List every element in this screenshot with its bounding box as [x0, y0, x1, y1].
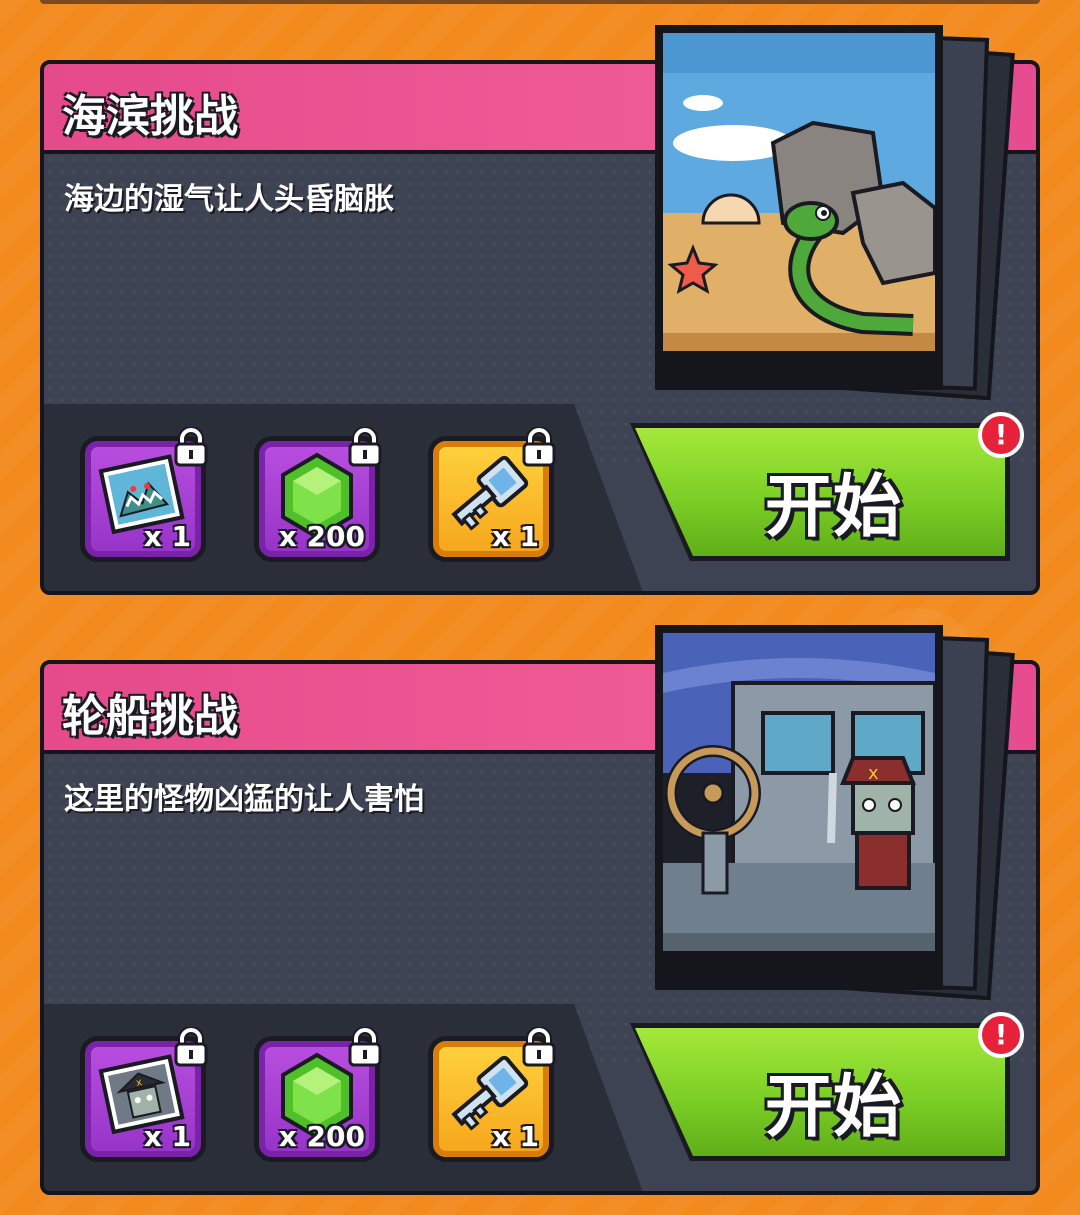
- alert-badge: !: [978, 412, 1024, 458]
- lock-icon: [348, 427, 382, 467]
- reward-quantity: x 1: [491, 520, 539, 553]
- reward-pirate-card[interactable]: x x 1: [80, 1027, 208, 1162]
- reward-gems[interactable]: x 200: [254, 427, 382, 562]
- challenge-title: 轮船挑战: [62, 691, 238, 742]
- reward-gems[interactable]: x 200: [254, 1027, 382, 1162]
- reward-quantity: x 1: [143, 520, 191, 553]
- challenge-title: 海滨挑战: [62, 91, 238, 142]
- reward-quantity: x 1: [143, 1120, 191, 1153]
- lock-icon: [522, 1027, 556, 1067]
- alert-badge: !: [978, 1012, 1024, 1058]
- lock-icon: [174, 427, 208, 467]
- reward-key[interactable]: x 1: [428, 1027, 556, 1162]
- reward-quantity: x 1: [491, 1120, 539, 1153]
- start-button[interactable]: 开始: [630, 1023, 1010, 1161]
- ship-pirate-scene: x: [655, 625, 943, 990]
- lock-icon: [522, 427, 556, 467]
- scene-art-stack: x: [655, 625, 1015, 1001]
- challenge-description: 这里的怪物凶猛的让人害怕: [64, 782, 424, 817]
- start-button-label: 开始: [765, 1068, 902, 1147]
- lock-icon: [348, 1027, 382, 1067]
- start-button[interactable]: 开始: [630, 423, 1010, 561]
- scene-art-stack: [655, 25, 1015, 401]
- beach-snake-scene: [655, 25, 943, 390]
- challenge-description: 海边的湿气让人头昏脑胀: [64, 182, 394, 217]
- reward-quantity: x 200: [278, 1120, 365, 1153]
- svg-text:x: x: [868, 763, 879, 784]
- previous-card-edge: [40, 0, 1040, 4]
- reward-quantity: x 200: [278, 520, 365, 553]
- start-button-label: 开始: [765, 468, 902, 547]
- lock-icon: [174, 1027, 208, 1067]
- reward-monster-card[interactable]: x 1: [80, 427, 208, 562]
- reward-key[interactable]: x 1: [428, 427, 556, 562]
- challenge-card-beach: 海滨挑战 海边的湿气让人头昏脑胀 x 1 x 200 x 1 开始 !: [40, 25, 1040, 598]
- challenge-card-ship: 轮船挑战 这里的怪物凶猛的让人害怕 x x 1 x 200 x 1 x 开始 !: [40, 625, 1040, 1198]
